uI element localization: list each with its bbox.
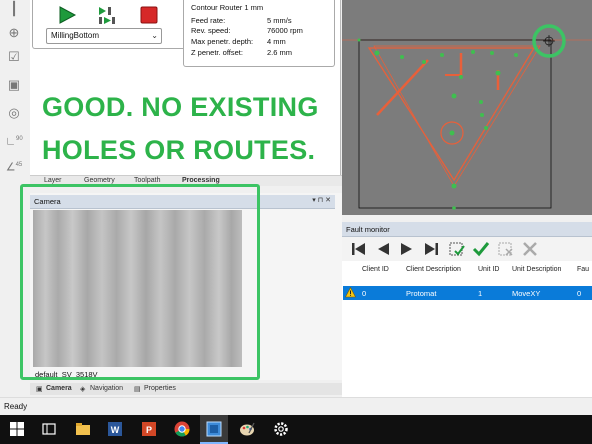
column-header-unit-id[interactable]: Unit ID xyxy=(478,265,502,274)
word-icon[interactable]: W xyxy=(106,420,124,438)
tab-properties-icon: ▤ xyxy=(134,386,141,393)
param-value: 2.6 mm xyxy=(267,48,293,57)
gauge-tool-icon[interactable]: ◎ xyxy=(4,104,24,122)
acknowledge-icon[interactable] xyxy=(472,241,490,257)
status-text: Ready xyxy=(4,402,28,411)
tab-properties[interactable]: Properties xyxy=(144,385,176,392)
headline-line-2: HOLES OR ROUTES. xyxy=(42,135,316,165)
annotation-headline: GOOD. NO EXISTING HOLES OR ROUTES. xyxy=(42,86,342,172)
angle-90-icon[interactable]: ∟90 xyxy=(4,130,24,148)
line-tool-icon[interactable]: ┃ xyxy=(4,0,24,18)
fault-monitor-title: Fault monitor xyxy=(346,225,390,234)
job-select-value: MillingBottom xyxy=(51,31,100,40)
param-value: 5 mm/s xyxy=(267,16,292,25)
acknowledge-selected-icon[interactable] xyxy=(448,241,466,257)
svg-text:P: P xyxy=(146,425,152,435)
highlight-box xyxy=(20,184,260,380)
angle-90-label: 90 xyxy=(16,136,23,142)
tool-parameters: Contour Router 1 mm Feed rate: 5 mm/s Re… xyxy=(183,0,335,67)
angle-45-label: 45 xyxy=(15,162,23,168)
table-row[interactable] xyxy=(343,286,592,300)
windows-start-icon[interactable] xyxy=(8,420,26,438)
start-button[interactable] xyxy=(57,5,77,25)
powerpoint-icon[interactable]: P xyxy=(140,420,158,438)
tab-camera-icon: ▣ xyxy=(36,386,43,393)
delete-selected-icon[interactable] xyxy=(497,241,515,257)
tab-processing[interactable]: Processing xyxy=(182,177,220,184)
svg-text:W: W xyxy=(111,425,120,435)
status-bar xyxy=(0,397,592,416)
job-control-box: MillingBottom ⌄ xyxy=(32,0,187,49)
file-explorer-icon[interactable] xyxy=(74,420,92,438)
column-header-client-id[interactable]: Client ID xyxy=(362,265,402,274)
column-header-client-description[interactable]: Client Description xyxy=(406,265,466,274)
param-label: Feed rate: xyxy=(191,16,226,25)
board-canvas[interactable] xyxy=(342,0,592,215)
tab-camera[interactable]: Camera xyxy=(46,385,72,392)
bottom-tab-strip: ▣ Camera ◈ Navigation ▤ Properties xyxy=(30,383,342,395)
paint-icon[interactable] xyxy=(238,420,256,438)
tab-layer[interactable]: Layer xyxy=(44,177,62,184)
crosshair-tool-icon[interactable]: ⊕ xyxy=(4,24,24,42)
previous-fault-button[interactable] xyxy=(374,241,392,257)
angle-45-icon[interactable]: ∠45 xyxy=(4,156,24,174)
first-fault-button[interactable] xyxy=(350,241,368,257)
chrome-icon[interactable] xyxy=(173,420,191,438)
chevron-down-icon: ⌄ xyxy=(151,31,158,40)
checklist-tool-icon[interactable]: ☑ xyxy=(4,48,24,66)
column-header-unit-description[interactable]: Unit Description xyxy=(512,265,562,274)
job-select[interactable]: MillingBottom ⌄ xyxy=(46,28,162,44)
settings-icon[interactable] xyxy=(272,420,290,438)
tab-navigation-icon: ◈ xyxy=(80,386,86,393)
delete-icon[interactable] xyxy=(521,241,539,257)
panel-window-controls[interactable]: ▾ ⊓ ✕ xyxy=(312,196,331,204)
param-label: Z penetr. offset: xyxy=(191,48,243,57)
headline-line-1: GOOD. NO EXISTING xyxy=(42,92,319,122)
cell-unit-id: 1 xyxy=(478,289,483,298)
warning-icon xyxy=(345,287,356,298)
next-fault-button[interactable] xyxy=(398,241,416,257)
tool-name: Contour Router 1 mm xyxy=(191,3,264,12)
cell-client-description: Protomat xyxy=(406,289,437,298)
task-view-icon[interactable] xyxy=(40,420,58,438)
camera-tool-icon[interactable]: ▣ xyxy=(4,76,24,94)
cell-fault: 0 xyxy=(577,289,582,298)
stop-button[interactable] xyxy=(139,5,159,25)
tab-navigation[interactable]: Navigation xyxy=(90,385,123,392)
column-header-fault[interactable]: Fau xyxy=(577,265,592,274)
param-label: Max penetr. depth: xyxy=(191,37,254,46)
tab-geometry[interactable]: Geometry xyxy=(84,177,115,184)
cell-client-id: 0 xyxy=(362,289,367,298)
param-value: 4 mm xyxy=(267,37,286,46)
left-toolbar: ┃ ⊕ ☑ ▣ ◎ ∟90 ∠45 xyxy=(0,0,30,178)
param-value: 76000 rpm xyxy=(267,26,303,35)
circuitpro-icon[interactable] xyxy=(205,420,223,438)
tab-toolpath[interactable]: Toolpath xyxy=(134,177,160,184)
last-fault-button[interactable] xyxy=(422,241,440,257)
param-label: Rev. speed: xyxy=(191,26,231,35)
step-button[interactable] xyxy=(97,5,117,25)
cell-unit-description: MoveXY xyxy=(512,289,541,298)
